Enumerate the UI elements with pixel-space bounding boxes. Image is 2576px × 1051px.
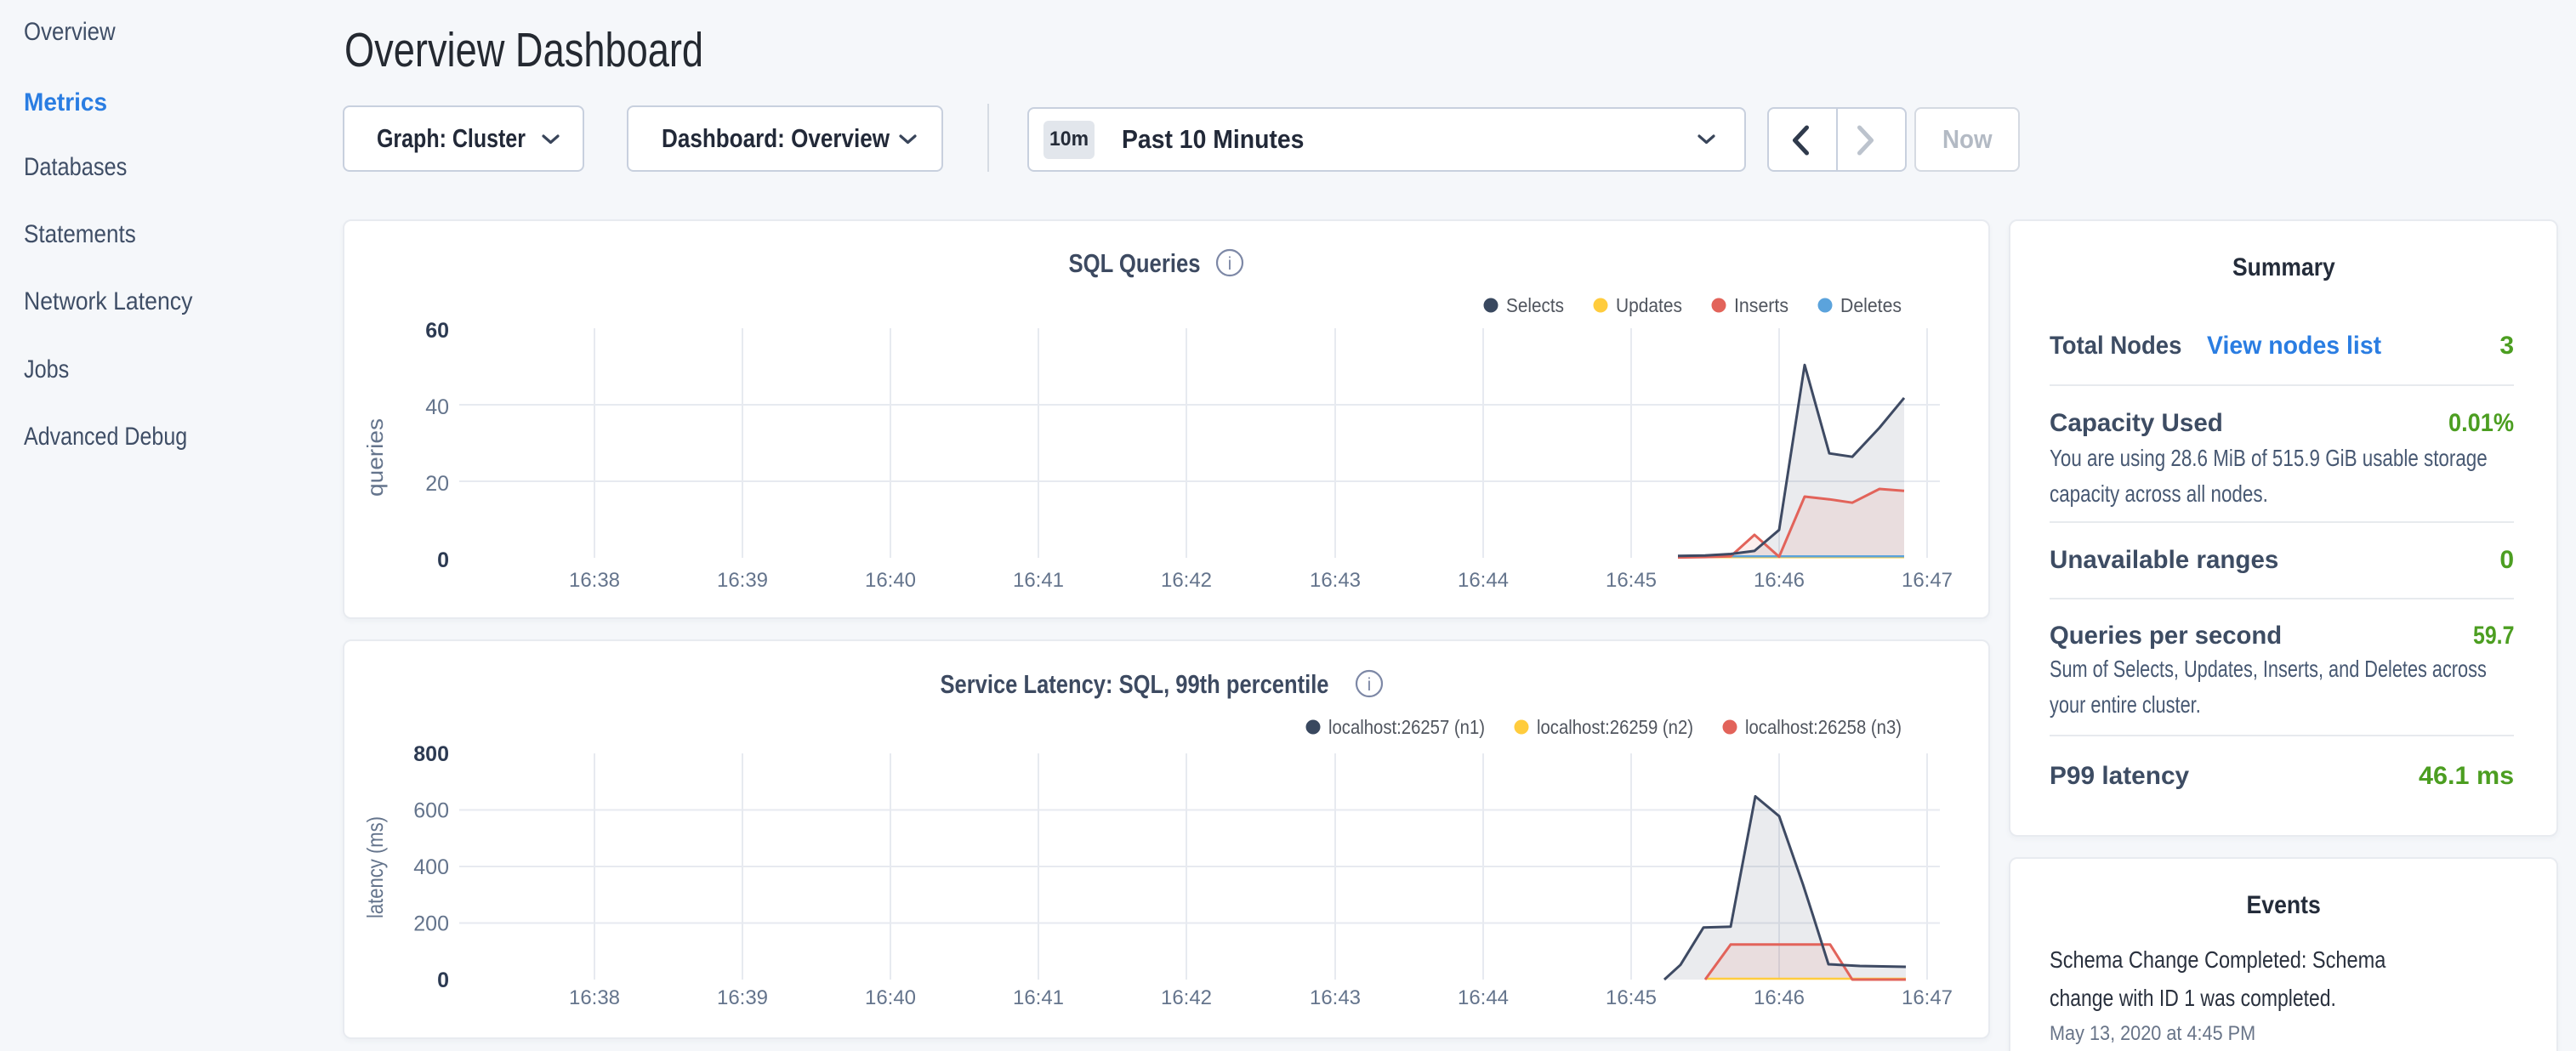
- svg-text:20: 20: [425, 472, 449, 496]
- svg-text:latency (ms): latency (ms): [362, 816, 388, 918]
- svg-text:200: 200: [413, 912, 449, 936]
- svg-text:localhost:26257 (n1): localhost:26257 (n1): [1328, 716, 1485, 738]
- svg-text:16:40: 16:40: [865, 569, 916, 592]
- svg-text:16:42: 16:42: [1161, 569, 1212, 592]
- svg-text:i: i: [1368, 675, 1372, 695]
- svg-text:16:43: 16:43: [1310, 569, 1361, 592]
- svg-text:0: 0: [437, 969, 449, 992]
- svg-text:16:41: 16:41: [1013, 986, 1064, 1009]
- svg-text:16:41: 16:41: [1013, 569, 1064, 592]
- svg-text:800: 800: [413, 742, 449, 766]
- svg-text:16:39: 16:39: [717, 986, 768, 1009]
- svg-text:16:47: 16:47: [1902, 986, 1953, 1009]
- svg-text:16:43: 16:43: [1310, 986, 1361, 1009]
- svg-text:16:46: 16:46: [1754, 986, 1805, 1009]
- svg-text:SQL Queries: SQL Queries: [1069, 248, 1201, 278]
- svg-text:16:42: 16:42: [1161, 986, 1212, 1009]
- svg-text:16:38: 16:38: [569, 986, 620, 1009]
- svg-text:16:45: 16:45: [1606, 986, 1657, 1009]
- svg-text:400: 400: [413, 855, 449, 879]
- svg-text:16:44: 16:44: [1458, 569, 1509, 592]
- svg-text:0: 0: [437, 548, 449, 572]
- svg-text:16:39: 16:39: [717, 569, 768, 592]
- svg-text:Inserts: Inserts: [1734, 294, 1788, 316]
- svg-text:queries: queries: [362, 418, 388, 497]
- svg-text:60: 60: [425, 319, 449, 343]
- svg-text:localhost:26259 (n2): localhost:26259 (n2): [1537, 716, 1693, 738]
- svg-text:Deletes: Deletes: [1840, 294, 1902, 316]
- svg-text:i: i: [1228, 254, 1232, 274]
- svg-text:16:38: 16:38: [569, 569, 620, 592]
- svg-text:600: 600: [413, 799, 449, 823]
- svg-text:Selects: Selects: [1506, 294, 1564, 316]
- svg-text:localhost:26258 (n3): localhost:26258 (n3): [1745, 716, 1902, 738]
- svg-text:16:46: 16:46: [1754, 569, 1805, 592]
- svg-text:Service Latency: SQL, 99th per: Service Latency: SQL, 99th percentile: [941, 669, 1329, 699]
- svg-text:16:45: 16:45: [1606, 569, 1657, 592]
- svg-text:40: 40: [425, 395, 449, 419]
- svg-text:16:44: 16:44: [1458, 986, 1509, 1009]
- svg-text:Updates: Updates: [1616, 294, 1682, 316]
- svg-text:16:40: 16:40: [865, 986, 916, 1009]
- svg-text:16:47: 16:47: [1902, 569, 1953, 592]
